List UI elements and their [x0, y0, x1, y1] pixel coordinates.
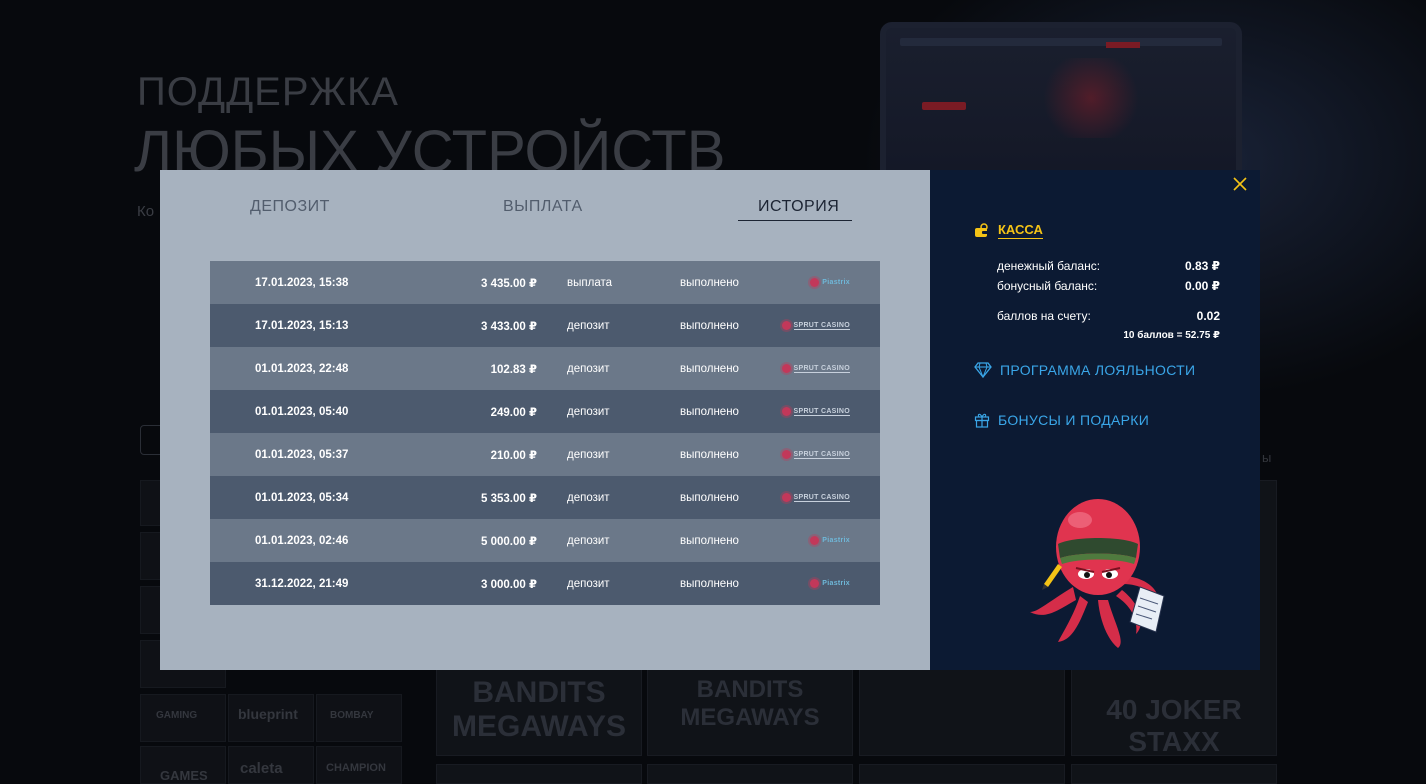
sprut-logo-icon — [781, 364, 791, 373]
payment-logo: SPRUT CASINO — [781, 321, 850, 330]
bonus-balance-value: 0.00 ₽ — [1184, 279, 1220, 293]
payment-logo-text: SPRUT CASINO — [793, 450, 850, 459]
row-status: выполнено — [680, 362, 739, 375]
row-amount: 3 435.00 ₽ — [481, 277, 537, 290]
close-icon[interactable] — [1232, 176, 1248, 192]
row-date: 01.01.2023, 05:37 — [255, 448, 349, 461]
history-table: 17.01.2023, 15:38 3 435.00 ₽ выплата вып… — [210, 261, 880, 605]
kassa-link[interactable]: КАССА — [974, 222, 1043, 239]
active-tab-underline — [738, 220, 852, 221]
row-date: 17.01.2023, 15:38 — [255, 276, 349, 289]
money-balance-row: денежный баланс: 0.83 ₽ — [997, 259, 1220, 273]
modal-main-panel: ДЕПОЗИТ ВЫПЛАТА ИСТОРИЯ 17.01.2023, 15:3… — [160, 170, 930, 670]
table-row: 01.01.2023, 22:48 102.83 ₽ депозит выпол… — [210, 347, 880, 390]
row-amount: 249.00 ₽ — [490, 406, 537, 419]
row-status: выполнено — [680, 276, 739, 289]
row-date: 01.01.2023, 02:46 — [255, 534, 349, 547]
table-row: 31.12.2022, 21:49 3 000.00 ₽ депозит вып… — [210, 562, 880, 605]
payment-logo: SPRUT CASINO — [781, 450, 850, 459]
sprut-logo-icon — [781, 493, 791, 502]
row-status: выполнено — [680, 577, 739, 590]
row-date: 31.12.2022, 21:49 — [255, 577, 349, 590]
payment-logo-text: Piastrix — [822, 580, 850, 587]
payment-logo-text: SPRUT CASINO — [793, 321, 850, 330]
row-amount: 3 000.00 ₽ — [481, 578, 537, 591]
payment-logo: SPRUT CASINO — [781, 407, 850, 416]
points-label: баллов на счету: — [997, 309, 1091, 323]
points-row: баллов на счету: 0.02 — [997, 309, 1220, 323]
row-type: депозит — [567, 319, 610, 332]
payment-logo: SPRUT CASINO — [781, 364, 850, 373]
payment-logo: Piastrix — [810, 536, 850, 545]
wallet-coins-icon — [975, 222, 988, 237]
sprut-logo-icon — [781, 321, 791, 330]
row-amount: 5 000.00 ₽ — [481, 535, 537, 548]
row-status: выполнено — [680, 448, 739, 461]
payment-logo-text: Piastrix — [822, 279, 850, 286]
row-amount: 5 353.00 ₽ — [481, 492, 537, 505]
bonuses-gifts-link[interactable]: БОНУСЫ И ПОДАРКИ — [974, 412, 1149, 428]
gift-icon — [974, 413, 990, 428]
money-balance-value: 0.83 ₽ — [1184, 259, 1220, 273]
payment-logo: Piastrix — [810, 278, 850, 287]
flower-small-icon — [810, 278, 820, 287]
diamond-icon — [974, 362, 992, 378]
table-row: 17.01.2023, 15:13 3 433.00 ₽ депозит вып… — [210, 304, 880, 347]
flower-small-icon — [810, 536, 820, 545]
payment-logo: SPRUT CASINO — [781, 493, 850, 502]
row-type: депозит — [567, 491, 610, 504]
table-row: 01.01.2023, 05:37 210.00 ₽ депозит выпол… — [210, 433, 880, 476]
row-type: депозит — [567, 405, 610, 418]
payment-logo-text: SPRUT CASINO — [793, 493, 850, 502]
row-status: выполнено — [680, 491, 739, 504]
tab-deposit[interactable]: ДЕПОЗИТ — [250, 198, 330, 216]
row-status: выполнено — [680, 534, 739, 547]
flower-small-icon — [810, 579, 820, 588]
row-amount: 102.83 ₽ — [490, 363, 537, 376]
row-date: 01.01.2023, 22:48 — [255, 362, 349, 375]
row-type: депозит — [567, 448, 610, 461]
row-date: 17.01.2023, 15:13 — [255, 319, 349, 332]
table-row: 17.01.2023, 15:38 3 435.00 ₽ выплата вып… — [210, 261, 880, 304]
row-amount: 3 433.00 ₽ — [481, 320, 537, 333]
loyalty-program-link[interactable]: ПРОГРАММА ЛОЯЛЬНОСТИ — [974, 362, 1195, 378]
payment-logo-text: Piastrix — [822, 537, 850, 544]
bonus-balance-label: бонусный баланс: — [997, 279, 1098, 293]
row-type: выплата — [567, 276, 612, 289]
octopus-mascot-icon — [1030, 499, 1165, 648]
sprut-logo-icon — [781, 407, 791, 416]
table-row: 01.01.2023, 05:40 249.00 ₽ депозит выпол… — [210, 390, 880, 433]
points-exchange-note: 10 баллов = 52.75 ₽ — [1123, 330, 1220, 341]
tab-history[interactable]: ИСТОРИЯ — [758, 198, 839, 216]
row-type: депозит — [567, 362, 610, 375]
table-row: 01.01.2023, 05:34 5 353.00 ₽ депозит вып… — [210, 476, 880, 519]
cashier-modal: ДЕПОЗИТ ВЫПЛАТА ИСТОРИЯ 17.01.2023, 15:3… — [160, 170, 1260, 670]
row-amount: 210.00 ₽ — [490, 449, 537, 462]
payment-logo-text: SPRUT CASINO — [793, 407, 850, 416]
row-date: 01.01.2023, 05:40 — [255, 405, 349, 418]
bonuses-gifts-label: БОНУСЫ И ПОДАРКИ — [998, 412, 1150, 428]
money-balance-label: денежный баланс: — [997, 259, 1101, 273]
bonus-balance-row: бонусный баланс: 0.00 ₽ — [997, 279, 1220, 293]
row-date: 01.01.2023, 05:34 — [255, 491, 349, 504]
row-status: выполнено — [680, 319, 739, 332]
points-value: 0.02 — [1196, 309, 1220, 323]
payment-logo: Piastrix — [810, 579, 850, 588]
table-row: 01.01.2023, 02:46 5 000.00 ₽ депозит вып… — [210, 519, 880, 562]
loyalty-program-label: ПРОГРАММА ЛОЯЛЬНОСТИ — [1000, 362, 1196, 378]
modal-side-panel: КАССА денежный баланс: 0.83 ₽ бонусный б… — [930, 170, 1260, 670]
sprut-logo-icon — [781, 450, 791, 459]
row-type: депозит — [567, 534, 610, 547]
row-type: депозит — [567, 577, 610, 590]
payment-logo-text: SPRUT CASINO — [793, 364, 850, 373]
row-status: выполнено — [680, 405, 739, 418]
kassa-label: КАССА — [998, 222, 1043, 239]
tab-withdraw[interactable]: ВЫПЛАТА — [503, 198, 583, 216]
